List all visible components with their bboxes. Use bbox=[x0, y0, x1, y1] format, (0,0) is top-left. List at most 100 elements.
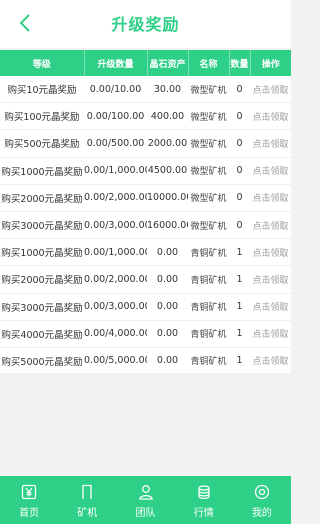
cell-name: 微型矿机 bbox=[188, 211, 229, 240]
cell-level: 购买3000元晶奖励 bbox=[0, 293, 84, 321]
table-row: 购买100元晶奖励 0.00/100.00 400.00 微型矿机 0 点击领取 bbox=[0, 102, 291, 131]
cell-upgrade-qty: 0.00/3,000.00 bbox=[84, 211, 147, 240]
table-row: 购买4000元晶奖励 0.00/4,000.00 0.00 青铜矿机 1 点击领取 bbox=[0, 320, 291, 348]
cell-count: 0 bbox=[229, 211, 250, 240]
claim-button[interactable]: 点击领取 bbox=[250, 265, 291, 294]
cell-name: 微型矿机 bbox=[188, 102, 229, 131]
cell-name: 青铜矿机 bbox=[188, 265, 229, 294]
cell-name: 微型矿机 bbox=[188, 129, 229, 158]
claim-button[interactable]: 点击领取 bbox=[250, 102, 291, 131]
cell-count: 0 bbox=[229, 102, 250, 131]
table-row: 购买5000元晶奖励 0.00/5,000.00 0.00 青铜矿机 1 点击领取 bbox=[0, 347, 291, 376]
cell-count: 1 bbox=[229, 347, 250, 376]
cell-level: 购买100元晶奖励 bbox=[0, 102, 84, 131]
door-icon bbox=[79, 484, 95, 500]
cell-level: 购买4000元晶奖励 bbox=[0, 320, 84, 348]
cell-count: 1 bbox=[229, 238, 250, 267]
reward-table: 等级 升级数量 晶石资产 名称 数量 操作 购买10元晶奖励 0.00/10.00… bbox=[0, 50, 291, 376]
cell-name: 微型矿机 bbox=[188, 157, 229, 185]
column-header-level: 等级 bbox=[0, 50, 85, 76]
cell-name: 青铜矿机 bbox=[188, 320, 229, 348]
coins-icon bbox=[196, 484, 212, 500]
cell-count: 0 bbox=[229, 184, 250, 212]
table-row: 购买1000元晶奖励 0.00/1,000.00 4500.00 微型矿机 0 点击领取 bbox=[0, 157, 291, 185]
cell-level: 购买1000元晶奖励 bbox=[0, 157, 84, 185]
table-row: 购买2000元晶奖励 0.00/2,000.00 0.00 青铜矿机 1 点击领取 bbox=[0, 265, 291, 294]
tab-market-label: 行情 bbox=[193, 508, 214, 519]
cell-level: 购买2000元晶奖励 bbox=[0, 265, 84, 294]
tab-miner-label: 矿机 bbox=[77, 508, 98, 519]
cell-upgrade-qty: 0.00/500.00 bbox=[84, 129, 147, 158]
cell-upgrade-qty: 0.00/10.00 bbox=[84, 76, 147, 104]
cell-assets: 10000.00 bbox=[147, 184, 188, 212]
reward-table-container: 等级 升级数量 晶石资产 名称 数量 操作 购买10元晶奖励 0.00/10.00… bbox=[0, 50, 291, 376]
claim-button[interactable]: 点击领取 bbox=[250, 211, 291, 240]
cell-level: 购买2000元晶奖励 bbox=[0, 184, 84, 212]
claim-button[interactable]: 点击领取 bbox=[250, 293, 291, 321]
tab-team[interactable]: 团队 bbox=[116, 476, 174, 524]
cell-upgrade-qty: 0.00/3,000.00 bbox=[84, 293, 147, 321]
gear-icon bbox=[254, 484, 270, 500]
table-row: 购买3000元晶奖励 0.00/3,000.00 0.00 青铜矿机 1 点击领取 bbox=[0, 293, 291, 321]
cell-assets: 0.00 bbox=[147, 293, 188, 321]
cell-count: 1 bbox=[229, 320, 250, 348]
tab-miner[interactable]: 矿机 bbox=[58, 476, 116, 524]
cell-upgrade-qty: 0.00/100.00 bbox=[84, 102, 147, 131]
claim-button[interactable]: 点击领取 bbox=[250, 76, 291, 104]
column-header-action: 操作 bbox=[250, 50, 291, 76]
cell-assets: 16000.00 bbox=[147, 211, 188, 240]
cell-upgrade-qty: 0.00/1,000.00 bbox=[84, 157, 147, 185]
cell-count: 0 bbox=[229, 129, 250, 158]
cell-name: 微型矿机 bbox=[188, 184, 229, 212]
cell-level: 购买1000元晶奖励 bbox=[0, 238, 84, 267]
column-header-assets: 晶石资产 bbox=[147, 50, 189, 76]
page-title: 升级奖励 bbox=[111, 15, 180, 34]
claim-button[interactable]: 点击领取 bbox=[250, 129, 291, 158]
cell-upgrade-qty: 0.00/2,000.00 bbox=[84, 184, 147, 212]
tab-mine-label: 我的 bbox=[251, 508, 272, 519]
tab-mine[interactable]: 我的 bbox=[233, 476, 291, 524]
claim-button[interactable]: 点击领取 bbox=[250, 184, 291, 212]
cell-count: 1 bbox=[229, 293, 250, 321]
table-row: 购买500元晶奖励 0.00/500.00 2000.00 微型矿机 0 点击领取 bbox=[0, 129, 291, 158]
cell-count: 1 bbox=[229, 265, 250, 294]
claim-button[interactable]: 点击领取 bbox=[250, 157, 291, 185]
cell-name: 青铜矿机 bbox=[188, 347, 229, 376]
cell-count: 0 bbox=[229, 76, 250, 104]
tab-home-label: 首页 bbox=[19, 508, 40, 519]
cell-level: 购买10元晶奖励 bbox=[0, 76, 84, 104]
cell-level: 购买3000元晶奖励 bbox=[0, 211, 84, 240]
cell-assets: 400.00 bbox=[147, 102, 188, 131]
yen-icon bbox=[21, 484, 37, 500]
cell-level: 购买500元晶奖励 bbox=[0, 129, 84, 158]
bottom-tab-bar: 首页 矿机 团队 行情 我的 bbox=[0, 476, 291, 524]
table-row: 购买1000元晶奖励 0.00/1,000.00 0.00 青铜矿机 1 点击领取 bbox=[0, 238, 291, 267]
cell-assets: 0.00 bbox=[147, 265, 188, 294]
cell-upgrade-qty: 0.00/2,000.00 bbox=[84, 265, 147, 294]
cell-name: 青铜矿机 bbox=[188, 293, 229, 321]
cell-count: 0 bbox=[229, 157, 250, 185]
cell-level: 购买5000元晶奖励 bbox=[0, 347, 84, 376]
person-icon bbox=[138, 484, 154, 500]
column-header-upgrade-qty: 升级数量 bbox=[84, 50, 148, 76]
claim-button[interactable]: 点击领取 bbox=[250, 320, 291, 348]
cell-assets: 2000.00 bbox=[147, 129, 188, 158]
table-header-row: 等级 升级数量 晶石资产 名称 数量 操作 bbox=[0, 50, 291, 76]
cell-assets: 4500.00 bbox=[147, 157, 188, 185]
table-row: 购买10元晶奖励 0.00/10.00 30.00 微型矿机 0 点击领取 bbox=[0, 76, 291, 104]
tab-home[interactable]: 首页 bbox=[0, 476, 58, 524]
tab-market[interactable]: 行情 bbox=[175, 476, 233, 524]
claim-button[interactable]: 点击领取 bbox=[250, 347, 291, 376]
cell-name: 微型矿机 bbox=[188, 76, 229, 104]
cell-assets: 30.00 bbox=[147, 76, 188, 104]
cell-assets: 0.00 bbox=[147, 320, 188, 348]
claim-button[interactable]: 点击领取 bbox=[250, 238, 291, 267]
tab-team-label: 团队 bbox=[135, 508, 156, 519]
column-header-count: 数量 bbox=[229, 50, 251, 76]
cell-upgrade-qty: 0.00/1,000.00 bbox=[84, 238, 147, 267]
header: 升级奖励 bbox=[0, 0, 291, 48]
column-header-name: 名称 bbox=[188, 50, 230, 76]
cell-upgrade-qty: 0.00/5,000.00 bbox=[84, 347, 147, 376]
cell-name: 青铜矿机 bbox=[188, 238, 229, 267]
table-row: 购买2000元晶奖励 0.00/2,000.00 10000.00 微型矿机 0 点击领取 bbox=[0, 184, 291, 212]
